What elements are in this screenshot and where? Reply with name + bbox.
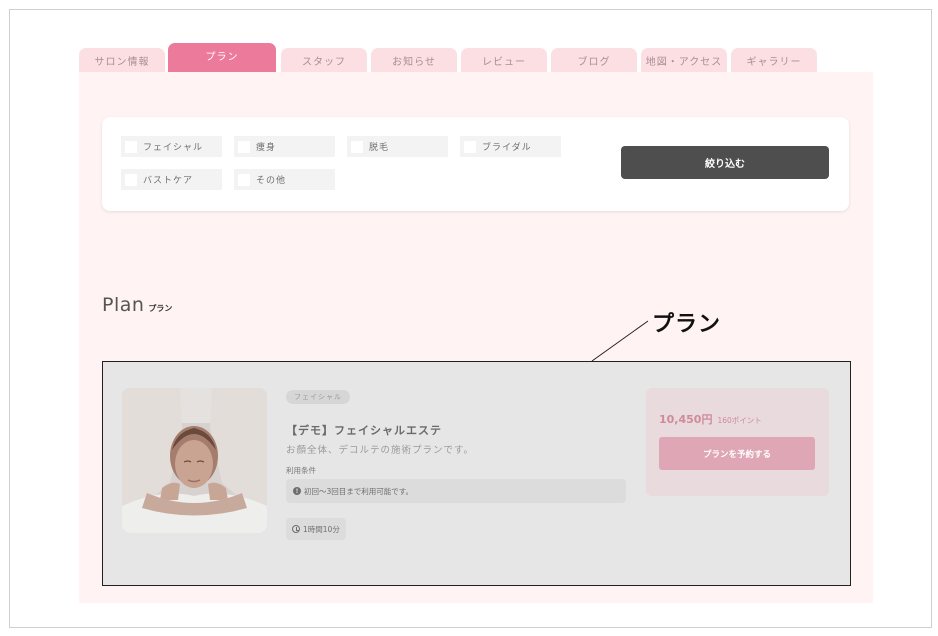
plan-conditions-label: 利用条件 [286, 466, 316, 475]
plan-condition-text: 初回～3回目まで利用可能です。 [304, 486, 414, 496]
checkbox-box[interactable] [125, 173, 137, 186]
tab-reviews[interactable]: レビュー [461, 48, 547, 72]
filter-other-checkbox[interactable]: その他 [234, 169, 335, 190]
checkbox-box[interactable] [238, 140, 250, 153]
plan-price-box: 10,450円 160ポイント プランを予約する [646, 388, 829, 496]
facial-treatment-image [122, 388, 267, 533]
tab-plan-label: プラン [205, 51, 239, 63]
plan-duration-text: 1時間10分 [303, 524, 340, 534]
tab-map-access[interactable]: 地図・アクセス [641, 48, 727, 72]
info-icon: ! [293, 487, 301, 495]
filter-facial-label: フェイシャル [143, 143, 204, 153]
filter-other-label: その他 [256, 176, 287, 186]
category-filter-panel: フェイシャル 痩身 脱毛 ブライダル バストケア その他 絞り込む [102, 117, 849, 211]
section-title-jp: プラン [148, 304, 173, 313]
filter-bridal-checkbox[interactable]: ブライダル [460, 136, 561, 157]
plan-photo [122, 388, 267, 533]
filter-slimming-label: 痩身 [256, 143, 277, 153]
plan-description: お顔全体、デコルテの施術プランです。 [286, 445, 475, 456]
checkbox-box[interactable] [351, 140, 363, 153]
plan-price: 10,450円 160ポイント [659, 411, 762, 427]
checkbox-box[interactable] [238, 173, 250, 186]
callout-label: プラン [652, 312, 722, 337]
plan-condition-box: ! 初回～3回目まで利用可能です。 [286, 479, 626, 503]
tab-plan[interactable]: プラン [168, 43, 276, 77]
tab-salon-info[interactable]: サロン情報 [79, 48, 165, 72]
section-title-en: Plan [102, 294, 145, 316]
plan-category-tag: フェイシャル [286, 390, 350, 404]
tab-staff[interactable]: スタッフ [281, 48, 367, 72]
plan-points: 160ポイント [717, 416, 762, 425]
clock-icon [292, 525, 300, 533]
tab-blog[interactable]: ブログ [551, 48, 637, 72]
filter-slimming-checkbox[interactable]: 痩身 [234, 136, 335, 157]
section-title: Plan プラン [102, 294, 172, 316]
plan-card[interactable]: フェイシャル 【デモ】フェイシャルエステ お顔全体、デコルテの施術プランです。 … [102, 361, 851, 586]
filter-submit-button[interactable]: 絞り込む [621, 146, 829, 179]
plan-duration-badge: 1時間10分 [286, 518, 346, 540]
filter-bridal-label: ブライダル [482, 143, 532, 153]
filter-bust-care-checkbox[interactable]: バストケア [121, 169, 222, 190]
tab-gallery[interactable]: ギャラリー [731, 48, 817, 72]
checkbox-box[interactable] [125, 140, 137, 153]
filter-hair-removal-label: 脱毛 [369, 143, 390, 153]
checkbox-box[interactable] [464, 140, 476, 153]
plan-price-value: 10,450円 [659, 413, 713, 426]
book-plan-button[interactable]: プランを予約する [659, 437, 815, 470]
filter-facial-checkbox[interactable]: フェイシャル [121, 136, 222, 157]
filter-bust-care-label: バストケア [143, 176, 194, 186]
plan-name[interactable]: 【デモ】フェイシャルエステ [286, 422, 442, 438]
tab-news[interactable]: お知らせ [371, 48, 457, 72]
filter-hair-removal-checkbox[interactable]: 脱毛 [347, 136, 448, 157]
